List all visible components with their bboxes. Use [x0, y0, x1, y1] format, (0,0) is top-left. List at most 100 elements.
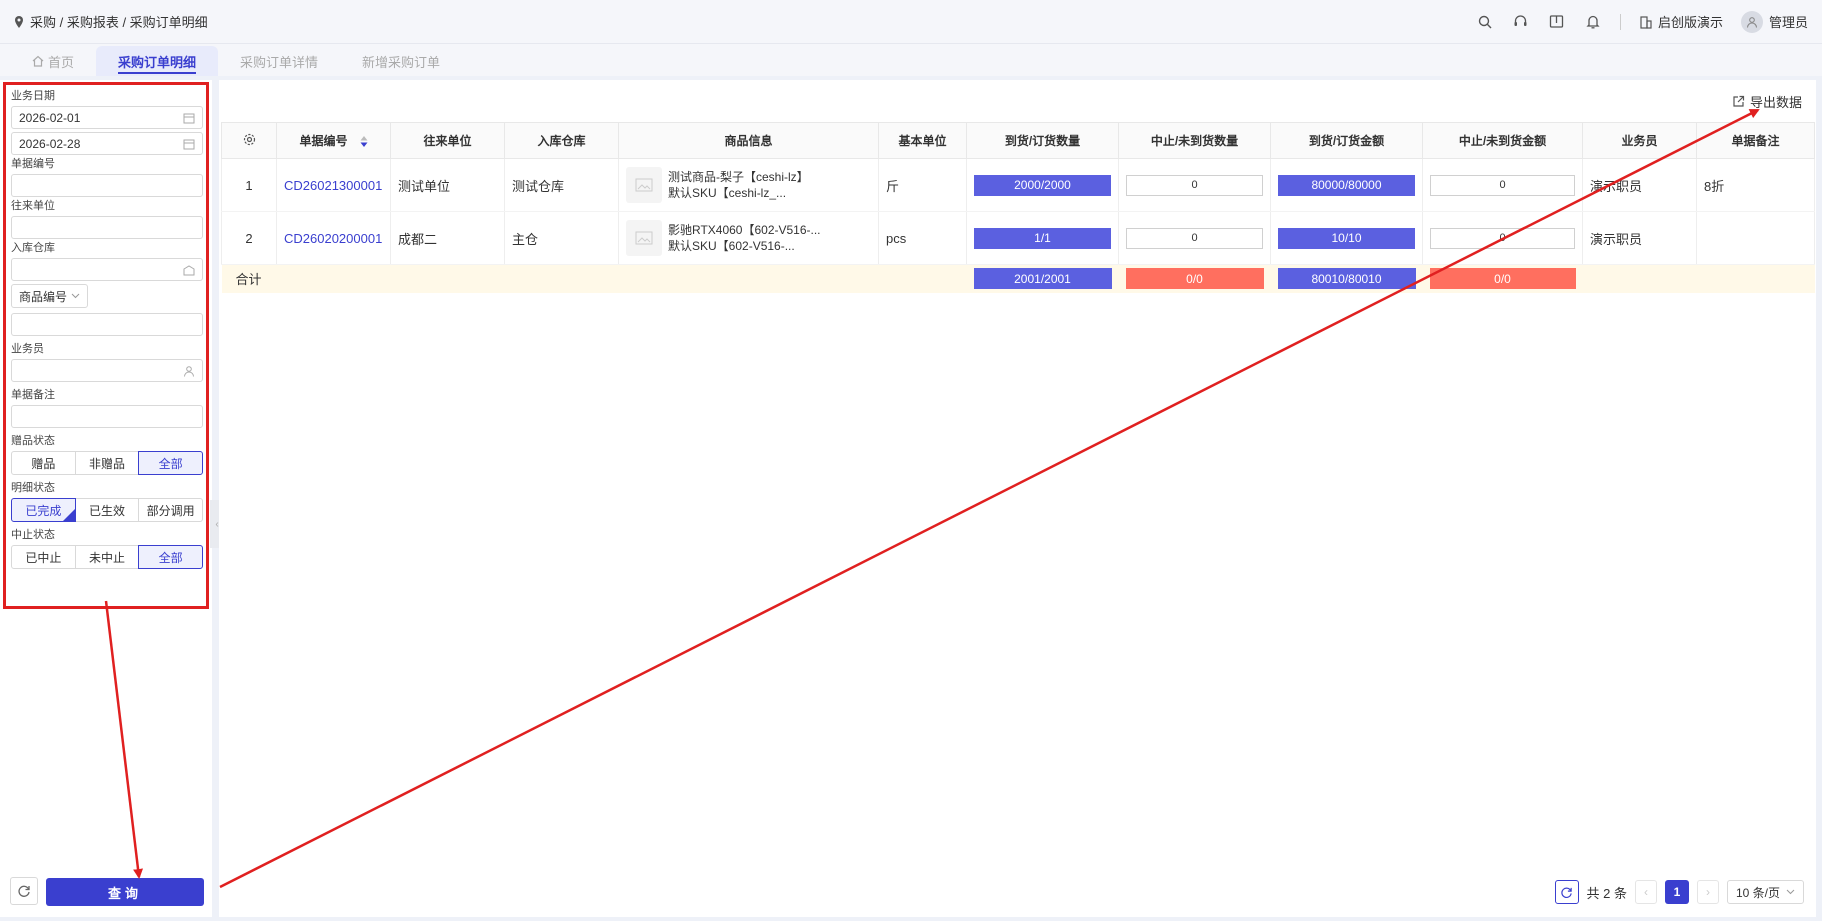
order-no-text[interactable]: CD26021300001: [284, 178, 382, 193]
sort-icon[interactable]: [360, 136, 368, 148]
page-size-select[interactable]: 10 条/页: [1726, 880, 1804, 904]
pagination-refresh-button[interactable]: [1554, 880, 1579, 904]
pagination: 共 2 条 ‹ 1 › 10 条/页: [1554, 880, 1804, 904]
gift-option-gift[interactable]: 赠品: [11, 451, 76, 475]
warehouse-icon: [183, 264, 195, 275]
arrival-amount-bar: 10/10: [1278, 227, 1415, 249]
table-header-row: 单据编号 往来单位 入库仓库 商品信息 基本单位 到货/订货数量 中止/未到货数…: [221, 122, 1815, 159]
order-no-input[interactable]: [11, 174, 203, 197]
stop-amount-input[interactable]: 0: [1430, 174, 1575, 196]
warehouse-input[interactable]: [11, 258, 203, 281]
product-field-select[interactable]: 商品编号: [11, 284, 89, 308]
stop-qty-input[interactable]: 0: [1126, 227, 1263, 249]
stop-option-stopped[interactable]: 已中止: [11, 545, 76, 569]
gift-option-non-gift[interactable]: 非赠品: [74, 451, 140, 475]
export-icon: [1733, 95, 1745, 107]
summary-stop-amount-bar: 0/0: [1429, 268, 1576, 290]
tab-label: 采购订单明细: [118, 54, 197, 70]
company-switch[interactable]: 启创版演示: [1639, 12, 1723, 31]
detail-option-partial[interactable]: 部分调用: [138, 498, 204, 522]
remark-cell: [1696, 211, 1815, 265]
book-icon[interactable]: [1548, 13, 1566, 31]
date-end-value: 2026-02-28: [19, 136, 81, 151]
order-no-link[interactable]: CD26020200001: [276, 211, 391, 265]
stop-option-all[interactable]: 全部: [138, 545, 204, 569]
bell-icon[interactable]: [1584, 13, 1602, 31]
stop-amount-input[interactable]: 0: [1430, 227, 1575, 249]
avatar: [1740, 10, 1763, 33]
arrival-amount-bar: 80000/80000: [1278, 174, 1415, 196]
summary-label: 合计: [221, 264, 967, 293]
divider: [1619, 13, 1621, 30]
detail-option-effective[interactable]: 已生效: [74, 498, 140, 522]
column-product: 商品信息: [618, 122, 879, 159]
product-input[interactable]: [11, 313, 203, 336]
column-arrival-amount: 到货/订货金额: [1270, 122, 1423, 159]
page-1-button[interactable]: 1: [1664, 880, 1689, 904]
gift-option-all[interactable]: 全部: [138, 451, 204, 475]
arrival-amount-cell: 80000/80000: [1270, 158, 1423, 212]
summary-qty-bar: 2001/2001: [973, 268, 1112, 290]
column-warehouse: 入库仓库: [504, 122, 619, 159]
column-stop-amount: 中止/未到货金额: [1422, 122, 1583, 159]
stop-qty-input[interactable]: 0: [1126, 174, 1263, 196]
stop-status-segment: 已中止 未中止 全部: [11, 545, 204, 569]
product-cell: 测试商品-梨子【ceshi-lz】 默认SKU【ceshi-lz_...: [618, 158, 879, 212]
column-salesman: 业务员: [1582, 122, 1697, 159]
arrival-qty-cell: 1/1: [966, 211, 1119, 265]
home-icon: [32, 55, 44, 67]
calendar-icon: [183, 113, 195, 123]
summary-row: 合计 2001/2001 0/0 80010/80010 0/0: [221, 264, 1815, 293]
warehouse-cell: 主仓: [504, 211, 619, 265]
tab-purchase-order-detail[interactable]: 采购订单明细: [96, 46, 219, 76]
tab-label: 新增采购订单: [362, 54, 441, 70]
chevron-right-icon: ›: [1705, 885, 1710, 899]
tab-bar: 首页 采购订单明细 采购订单详情 新增采购订单: [0, 44, 1822, 76]
summary-stop-qty-bar: 0/0: [1125, 268, 1264, 290]
tab-purchase-order-info[interactable]: 采购订单详情: [218, 46, 340, 76]
user-menu[interactable]: 管理员: [1740, 10, 1808, 33]
stop-amount-cell: 0: [1422, 211, 1583, 265]
query-button[interactable]: 查询: [46, 878, 204, 906]
tab-home[interactable]: 首页: [10, 46, 96, 76]
headset-icon[interactable]: [1512, 13, 1530, 31]
search-icon[interactable]: [1476, 13, 1494, 31]
detail-status-label: 明细状态: [11, 482, 55, 494]
summary-empty: [1696, 264, 1815, 293]
breadcrumb: 采购 / 采购报表 / 采购订单明细: [14, 12, 208, 31]
next-page-button[interactable]: ›: [1696, 880, 1719, 904]
remark-cell: 8折: [1696, 158, 1815, 212]
summary-stop-qty-cell: 0/0: [1118, 264, 1271, 293]
product-cell: 影驰RTX4060【602-V516-... 默认SKU【602-V516-...: [618, 211, 879, 265]
main-panel: 导出数据 单据编号 往来单位 入库仓库 商品信息 基本单位 到货/订货数量 中止…: [219, 80, 1816, 917]
location-icon: [15, 15, 23, 28]
salesman-input[interactable]: [11, 359, 203, 382]
breadcrumb-text: 采购 / 采购报表 / 采购订单明细: [30, 15, 208, 30]
prev-page-button[interactable]: ‹: [1634, 880, 1657, 904]
remark-input[interactable]: [11, 405, 203, 428]
tab-label: 采购订单详情: [240, 54, 319, 70]
stop-option-not-stopped[interactable]: 未中止: [74, 545, 140, 569]
column-label: 单据编号: [299, 134, 348, 148]
reset-button[interactable]: [10, 877, 38, 905]
date-start-input[interactable]: 2026-02-01: [11, 106, 203, 129]
tab-new-purchase-order[interactable]: 新增采购订单: [340, 46, 462, 76]
partner-input[interactable]: [11, 216, 203, 239]
column-order-no[interactable]: 单据编号: [276, 122, 391, 159]
order-no-link[interactable]: CD26021300001: [276, 158, 391, 212]
stop-qty-cell: 0: [1118, 158, 1271, 212]
chevron-left-icon: ‹: [1643, 885, 1648, 899]
calendar-icon: [183, 139, 195, 149]
order-no-text[interactable]: CD26020200001: [284, 231, 382, 246]
partner-cell: 测试单位: [390, 158, 505, 212]
detail-option-completed[interactable]: 已完成: [11, 498, 76, 522]
column-settings[interactable]: [221, 122, 277, 159]
chevron-down-icon: [71, 293, 80, 299]
export-button[interactable]: 导出数据: [1732, 92, 1802, 111]
refresh-icon: [18, 885, 30, 897]
date-end-input[interactable]: 2026-02-28: [11, 132, 203, 155]
arrival-amount-cell: 10/10: [1270, 211, 1423, 265]
product-name: 影驰RTX4060【602-V516-...: [668, 223, 821, 237]
gear-icon: [243, 133, 255, 145]
order-detail-table: 单据编号 往来单位 入库仓库 商品信息 基本单位 到货/订货数量 中止/未到货数…: [221, 122, 1815, 293]
